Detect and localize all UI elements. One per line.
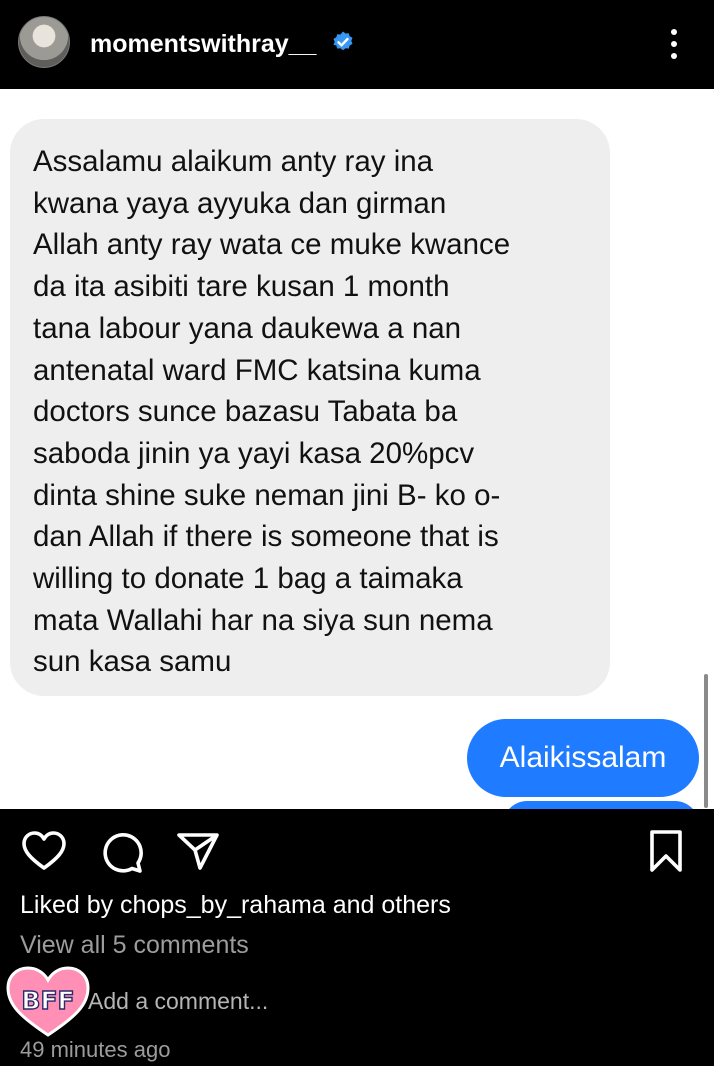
outgoing-message-bubble: Alaikissalam bbox=[467, 719, 699, 797]
post-footer: Liked by chops_by_rahama and others View… bbox=[0, 809, 714, 1066]
message-line: antenatal ward FMC katsina kuma bbox=[33, 353, 481, 387]
verified-badge-icon bbox=[333, 31, 353, 51]
bookmark-icon[interactable] bbox=[648, 829, 684, 873]
send-icon[interactable] bbox=[176, 831, 220, 871]
message-line: Allah anty ray wata ce muke kwance bbox=[33, 228, 511, 262]
incoming-message-bubble: Assalamu alaikum anty ray ina kwana yaya… bbox=[10, 119, 610, 696]
post-image-chat-screenshot[interactable]: Assalamu alaikum anty ray ina kwana yaya… bbox=[0, 89, 714, 809]
outgoing-message-bubble-partial bbox=[503, 801, 699, 809]
profile-avatar[interactable] bbox=[18, 16, 70, 68]
username-link[interactable]: momentswithray__ bbox=[90, 30, 316, 59]
message-line: tana labour yana daukewa a nan bbox=[33, 311, 462, 345]
add-comment-input[interactable]: Add a comment... bbox=[88, 988, 268, 1015]
message-line: dinta shine suke neman jini B- ko o- bbox=[33, 478, 501, 512]
heart-icon[interactable] bbox=[22, 831, 66, 871]
more-vertical-icon[interactable] bbox=[664, 26, 684, 62]
message-line: da ita asibiti tare kusan 1 month bbox=[33, 270, 450, 304]
message-line: mata Wallahi har na siya sun nema bbox=[33, 603, 493, 637]
message-line: kwana yaya ayyuka dan girman bbox=[33, 186, 447, 220]
message-line: saboda jinin ya yayi kasa 20%pcv bbox=[33, 436, 475, 470]
chat-scrollbar bbox=[704, 674, 708, 808]
post-header: momentswithray__ bbox=[0, 0, 714, 89]
bff-heart-sticker-icon: BFF bbox=[6, 966, 90, 1037]
message-line: sun kasa samu bbox=[33, 645, 232, 679]
message-line: dan Allah if there is someone that is bbox=[33, 520, 499, 554]
message-line: doctors sunce bazasu Tabata ba bbox=[33, 395, 458, 429]
view-comments-link[interactable]: View all 5 comments bbox=[20, 931, 249, 960]
comment-icon[interactable] bbox=[100, 831, 144, 873]
sticker-text: BFF bbox=[21, 986, 74, 1015]
likes-text[interactable]: Liked by chops_by_rahama and others bbox=[20, 891, 451, 920]
message-line: willing to donate 1 bag a taimaka bbox=[33, 562, 463, 596]
post-timestamp: 49 minutes ago bbox=[20, 1037, 171, 1062]
message-line: Assalamu alaikum anty ray ina bbox=[33, 145, 434, 178]
